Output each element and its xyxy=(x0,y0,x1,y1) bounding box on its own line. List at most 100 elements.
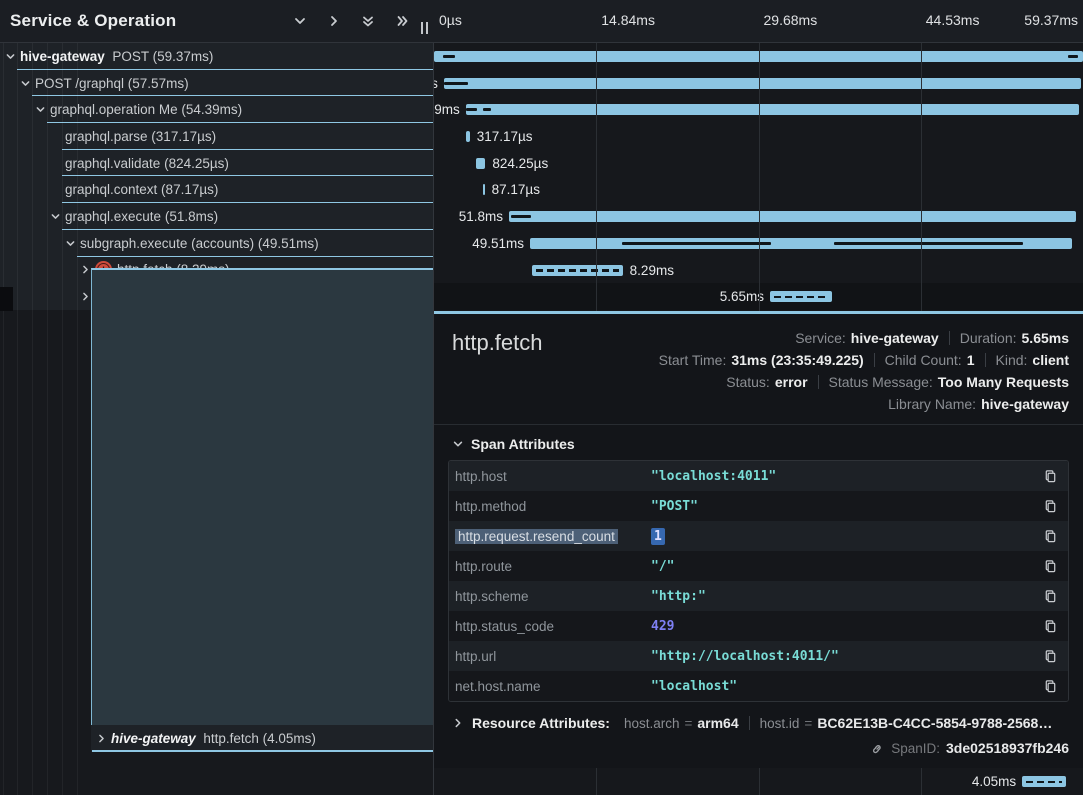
gridline xyxy=(596,768,597,795)
child-span-mark xyxy=(443,55,455,58)
double-chevron-down-icon[interactable] xyxy=(359,12,377,30)
span-id-value: 3de02518937fb246 xyxy=(946,740,1069,756)
attribute-key: http.request.resend_count xyxy=(455,529,651,544)
field-label: Library Name: xyxy=(888,396,976,412)
attribute-row: http.route"/" xyxy=(449,551,1068,581)
pane-resize-handle[interactable] xyxy=(421,22,428,34)
attribute-key: http.host xyxy=(455,469,651,484)
copy-icon[interactable] xyxy=(1038,649,1058,664)
span-bar[interactable] xyxy=(466,131,469,142)
field-value: client xyxy=(1032,352,1069,368)
span-duration-label: 49.51ms xyxy=(472,236,524,251)
attribute-row: net.host.name"localhost" xyxy=(449,671,1068,701)
span-duration-label: 5.65ms xyxy=(720,289,764,304)
attribute-key: http.route xyxy=(455,559,651,574)
selected-span-spacer xyxy=(91,268,434,725)
double-chevron-right-icon[interactable] xyxy=(393,12,411,30)
span-bar[interactable] xyxy=(532,265,623,276)
span-duration-label: 4.05ms xyxy=(972,774,1016,789)
copy-icon[interactable] xyxy=(1038,469,1058,484)
tree-row[interactable]: subgraph.execute (accounts) (49.51ms) xyxy=(0,230,434,257)
span-bar[interactable] xyxy=(444,78,1081,89)
attribute-value: "POST" xyxy=(651,499,1038,514)
field-value: 1 xyxy=(967,352,975,368)
span-detail-panel: http.fetch Service:hive-gatewayDuration:… xyxy=(434,311,1083,768)
copy-icon[interactable] xyxy=(1038,679,1058,694)
chevron-right-icon[interactable] xyxy=(79,264,91,276)
resource-value: BC62E13B-C4CC-5854-9788-2568… xyxy=(817,715,1052,731)
chevron-down-icon[interactable] xyxy=(64,237,76,249)
service-operation-pane: hive-gateway POST (59.37ms) POST /graphql… xyxy=(0,0,434,795)
tree-row[interactable]: hive-gateway POST (59.37ms) xyxy=(0,43,434,70)
selected-row-marker xyxy=(0,287,13,311)
expander-spacer xyxy=(49,184,61,196)
child-span-mark xyxy=(1068,55,1078,58)
attribute-row: http.scheme"http:" xyxy=(449,581,1068,611)
chevron-down-icon[interactable] xyxy=(34,104,46,116)
chevron-down-icon[interactable] xyxy=(19,77,31,89)
copy-icon[interactable] xyxy=(1038,529,1058,544)
copy-icon[interactable] xyxy=(1038,589,1058,604)
span-attributes-section-header[interactable]: Span Attributes xyxy=(452,436,1069,452)
span-duration-label: 54.39ms xyxy=(434,102,460,117)
detail-field-line: Library Name:hive-gateway xyxy=(888,394,1069,414)
attribute-row: http.status_code429 xyxy=(449,611,1068,641)
link-icon[interactable] xyxy=(871,741,885,755)
span-detail-fields: Service:hive-gatewayDuration:5.65msStart… xyxy=(659,325,1069,414)
span-label: graphql.validate (824.25µs) xyxy=(65,156,229,171)
copy-icon[interactable] xyxy=(1038,619,1058,634)
axis-tick-label: 14.84ms xyxy=(601,12,655,28)
span-bar[interactable] xyxy=(1022,776,1066,787)
tree-row[interactable]: graphql.execute (51.8ms) xyxy=(0,203,434,230)
timeline-axis: 0µs14.84ms29.68ms44.53ms59.37ms xyxy=(434,0,1083,43)
chevron-right-icon[interactable] xyxy=(79,291,91,303)
chevron-right-icon[interactable] xyxy=(325,12,343,30)
span-id-label: SpanID: xyxy=(891,741,940,756)
span-bar[interactable] xyxy=(483,184,485,195)
attribute-key: http.url xyxy=(455,649,651,664)
span-label: POST /graphql (57.57ms) xyxy=(35,76,189,91)
tree-row[interactable]: graphql.parse (317.17µs) xyxy=(0,123,434,150)
span-bar[interactable] xyxy=(509,211,1076,222)
tree-toolbar xyxy=(291,12,411,30)
attribute-value: "http:" xyxy=(651,589,1038,604)
chevron-down-icon[interactable] xyxy=(291,12,309,30)
tree-row[interactable]: POST /graphql (57.57ms) xyxy=(0,70,434,97)
tree-row[interactable]: graphql.context (87.17µs) xyxy=(0,176,434,203)
span-duration-label: 51.8ms xyxy=(459,209,503,224)
child-span-mark xyxy=(834,242,1023,245)
attribute-row: http.host"localhost:4011" xyxy=(449,461,1068,491)
trace-viewer-app: hive-gateway POST (59.37ms) POST /graphql… xyxy=(0,0,1083,795)
chevron-down-icon[interactable] xyxy=(4,50,16,62)
axis-tick-label: 59.37ms xyxy=(1024,12,1078,28)
chevron-down-icon[interactable] xyxy=(49,210,61,222)
attribute-key: http.method xyxy=(455,499,651,514)
chevron-down-icon xyxy=(452,438,464,450)
equals-sign: = xyxy=(684,716,692,731)
span-label: hive-gateway POST (59.37ms) xyxy=(20,49,213,64)
gridline xyxy=(921,0,922,311)
tree-row[interactable]: graphql.operation Me (54.39ms) xyxy=(0,96,434,123)
attribute-value: "localhost:4011" xyxy=(651,469,1038,484)
span-detail-header: http.fetch Service:hive-gatewayDuration:… xyxy=(452,325,1069,414)
tree-row[interactable]: graphql.validate (824.25µs) xyxy=(0,150,434,177)
gridline xyxy=(921,768,922,795)
chevron-right-icon[interactable] xyxy=(95,732,107,744)
tree-row[interactable]: hive-gateway http.fetch (4.05ms) xyxy=(91,725,434,752)
field-label: Status: xyxy=(726,374,770,390)
span-duration-label: 8.29ms xyxy=(630,263,674,278)
tree-header: Service & Operation xyxy=(0,0,434,43)
attribute-value: "localhost" xyxy=(651,679,1038,694)
copy-icon[interactable] xyxy=(1038,559,1058,574)
span-bar[interactable] xyxy=(466,104,1079,115)
resource-attributes-row[interactable]: Resource Attributes: host.arch=arm64host… xyxy=(452,715,1069,731)
span-bar[interactable] xyxy=(476,158,485,169)
field-label: Service: xyxy=(795,330,846,346)
copy-icon[interactable] xyxy=(1038,499,1058,514)
divider xyxy=(434,424,1083,425)
child-span-mark xyxy=(483,108,492,111)
span-bar[interactable] xyxy=(530,238,1072,249)
timeline-bottom-row: 4.05ms xyxy=(434,768,1083,795)
span-bar[interactable] xyxy=(770,291,832,302)
span-duration-label: 317.17µs xyxy=(477,129,533,144)
